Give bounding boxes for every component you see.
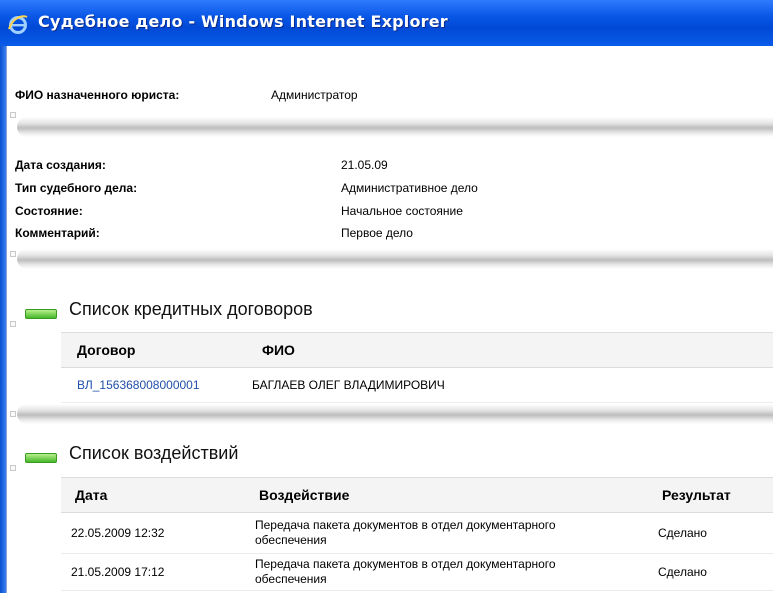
case-details-section: Дата создания: 21.05.09 Тип судебного де… [7,146,773,276]
action-result: Сделано [650,553,773,591]
table-header-row: Дата Воздействие Результат [61,477,773,513]
section-bullet-icon [25,309,57,319]
section-marker [10,251,16,257]
section-separator [17,249,773,269]
column-header: Результат [650,477,773,513]
page-content: ФИО назначенного юриста: Администратор Д… [6,46,773,593]
section-bullet-icon [25,453,57,463]
section-marker [10,321,16,327]
window-titlebar[interactable]: Судебное дело - Windows Internet Explore… [0,0,773,46]
contract-link[interactable]: ВЛ_156368008000001 [61,367,248,403]
detail-value: Первое дело [341,226,413,240]
action-description: Передача пакета документов в отдел докум… [251,553,650,591]
action-description-line: обеспечения [255,533,327,547]
action-description-line: Передача пакета документов в отдел докум… [255,557,556,571]
lawyer-value: Администратор [271,88,358,102]
detail-label: Комментарий: [15,226,100,240]
detail-label: Дата создания: [15,158,106,172]
section-marker [10,465,16,471]
table-row[interactable]: ВЛ_156368008000001 БАГЛАЕВ ОЛЕГ ВЛАДИМИР… [61,367,773,403]
actions-table: Дата Воздействие Результат 22.05.2009 12… [61,477,773,591]
column-header: ФИО [248,332,773,368]
section-marker [10,411,16,417]
action-date: 21.05.2009 17:12 [61,553,251,591]
contracts-title: Список кредитных договоров [69,299,313,319]
detail-label: Тип судебного дела: [15,181,138,195]
action-result: Сделано [650,512,773,554]
window-title: Судебное дело - Windows Internet Explore… [38,12,448,31]
table-row[interactable]: 22.05.2009 12:32 Передача пакета докумен… [61,512,773,554]
action-description: Передача пакета документов в отдел докум… [251,512,650,554]
lawyer-label: ФИО назначенного юриста: [15,88,180,102]
action-date: 22.05.2009 12:32 [61,512,251,554]
column-header: Воздействие [251,477,650,513]
detail-value: Начальное состояние [341,204,463,218]
column-header: Договор [61,332,248,368]
detail-label: Состояние: [15,204,83,218]
contracts-section: Список кредитных договоров Договор ФИО В… [7,286,773,426]
contracts-table: Договор ФИО ВЛ_156368008000001 БАГЛАЕВ О… [61,332,773,403]
detail-value: Административное дело [341,181,478,195]
table-header-row: Договор ФИО [61,332,773,368]
detail-value: 21.05.09 [341,158,388,172]
section-separator [17,404,773,424]
borrower-name: БАГЛАЕВ ОЛЕГ ВЛАДИМИРОВИЧ [248,367,773,403]
lawyer-section: ФИО назначенного юриста: Администратор [7,46,773,137]
section-marker [10,112,16,118]
actions-title: Список воздействий [69,443,239,463]
action-description-line: обеспечения [255,572,327,586]
column-header: Дата [61,477,251,513]
actions-section: Список воздействий Дата Воздействие Резу… [7,432,773,593]
action-description-line: Передача пакета документов в отдел докум… [255,518,556,532]
section-separator [17,117,773,137]
ie-icon [8,15,28,34]
table-row[interactable]: 21.05.2009 17:12 Передача пакета докумен… [61,553,773,591]
